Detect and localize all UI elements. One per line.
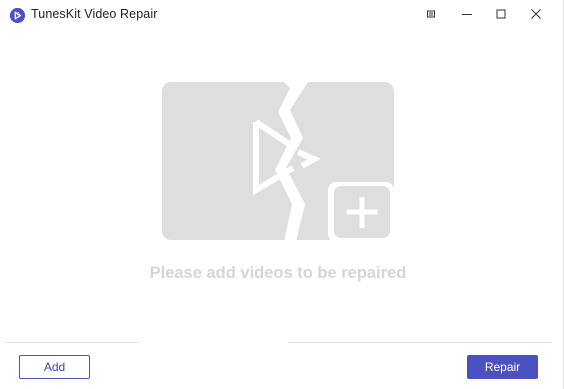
close-icon[interactable]: [525, 4, 547, 24]
app-window: TunesKit Video Repair Please add videos …: [0, 0, 564, 389]
menu-icon[interactable]: [420, 4, 442, 24]
video-drop-zone[interactable]: Please add videos to be repaired: [4, 42, 552, 342]
divider-gap: [140, 341, 288, 344]
broken-video-add-icon[interactable]: [162, 82, 394, 242]
minimize-icon[interactable]: [456, 4, 478, 24]
add-button[interactable]: Add: [19, 355, 90, 379]
title-bar[interactable]: TunesKit Video Repair: [0, 0, 564, 30]
empty-state-message: Please add videos to be repaired: [149, 264, 407, 282]
maximize-icon[interactable]: [490, 4, 512, 24]
window-title: TunesKit Video Repair: [31, 7, 158, 21]
tuneskit-logo-icon: [10, 8, 25, 23]
repair-button[interactable]: Repair: [467, 355, 538, 379]
